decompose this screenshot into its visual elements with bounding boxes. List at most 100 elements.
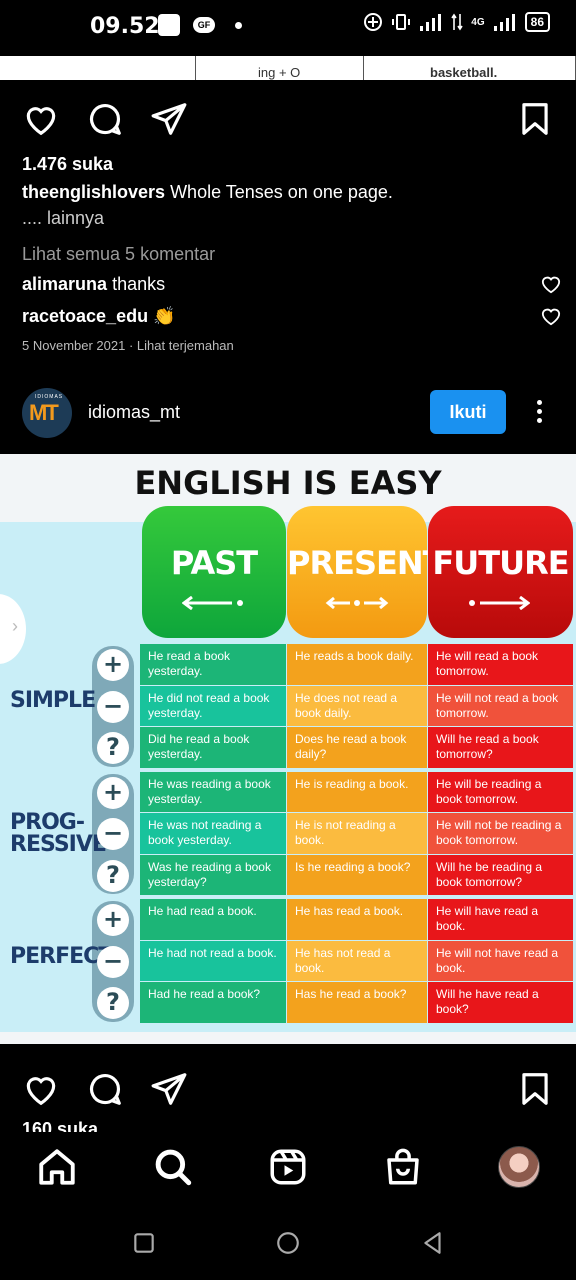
tense-cell: He has not read a book. [287, 940, 427, 981]
comment-text: thanks [112, 274, 166, 294]
notification-badge: GF [193, 17, 215, 33]
caption: theenglishlovers Whole Tenses on one pag… [22, 178, 562, 206]
vibrate-icon [392, 14, 411, 30]
recents-icon[interactable] [131, 1230, 157, 1256]
comment-like-icon[interactable] [540, 274, 562, 294]
follow-button[interactable]: Ikuti [430, 390, 506, 434]
tense-cell: Is he reading a book? [287, 854, 427, 895]
home-icon[interactable] [36, 1146, 78, 1188]
profile-avatar[interactable] [498, 1146, 540, 1188]
post-meta: 1.476 suka theenglishlovers Whole Tenses… [22, 150, 562, 353]
post-image-bottom-edge [0, 1032, 576, 1044]
prev-cell-empty [0, 56, 196, 80]
tense-cell: He will be reading a book tomorrow. [428, 771, 573, 812]
author-username[interactable]: idiomas_mt [88, 402, 180, 423]
signal-icon-2 [493, 14, 515, 31]
more-options-icon[interactable] [534, 400, 544, 428]
sign-symbol: ? [97, 859, 129, 892]
comment-username[interactable]: alimaruna [22, 274, 107, 294]
battery-level: 86 [524, 12, 550, 32]
sign-symbol: − [97, 818, 129, 850]
tense-cell: Will he have read a book? [428, 982, 573, 1023]
post-date-row: 5 November 2021 · Lihat terjemahan [22, 338, 562, 353]
comment-icon[interactable] [86, 1070, 124, 1108]
system-nav-bar [0, 1208, 576, 1280]
prev-cell-2: basketball. [364, 56, 576, 80]
back-icon[interactable] [420, 1230, 446, 1256]
prev-cell-1: ing + O [196, 56, 364, 80]
tense-cell: Will he read a book tomorrow? [428, 727, 573, 768]
tense-cell: Has he read a book? [287, 982, 427, 1023]
tense-cell: Did he read a book yesterday. [140, 727, 286, 768]
sign-symbol: − [97, 690, 129, 723]
tense-cell: He will read a book tomorrow. [428, 644, 573, 685]
arrow-both-icon [325, 596, 389, 610]
column-header-past: PAST [142, 506, 286, 638]
translate-link[interactable]: Lihat terjemahan [137, 338, 234, 353]
comment-username[interactable]: racetoace_edu [22, 306, 148, 326]
caption-username[interactable]: theenglishlovers [22, 182, 165, 202]
tense-cell: He does not read a book daily. [287, 685, 427, 726]
search-icon[interactable] [152, 1146, 194, 1188]
like-count[interactable]: 1.476 suka [22, 150, 562, 178]
heart-icon[interactable] [22, 1070, 60, 1108]
notification-dot [235, 22, 242, 29]
column-header-future: FUTURE [428, 506, 573, 638]
chevron-right-icon: › [12, 616, 18, 636]
author-avatar[interactable]: IDIOMAS MT [22, 388, 72, 438]
add-circle-icon [364, 13, 383, 31]
reels-icon[interactable] [267, 1146, 309, 1188]
heart-icon[interactable] [22, 100, 60, 138]
more-link[interactable]: .... lainnya [22, 206, 562, 230]
post-author-header: IDIOMAS MT idiomas_mt Ikuti [0, 384, 576, 444]
comment-like-icon[interactable] [540, 306, 562, 326]
share-icon[interactable] [150, 100, 188, 138]
tense-cell: He will not be reading a book tomorrow. [428, 813, 573, 854]
sign-symbol: + [97, 776, 129, 809]
sign-symbol: − [97, 945, 129, 978]
comment-text: 👏 [153, 306, 176, 326]
status-indicators: 4G 86 [363, 12, 550, 32]
bookmark-icon[interactable] [516, 100, 554, 138]
column-header-present: PRESENT [287, 506, 444, 638]
tense-cell: He had not read a book. [140, 940, 286, 981]
bookmark-icon[interactable] [516, 1070, 554, 1108]
comment-row: racetoace_edu 👏 [22, 300, 562, 332]
notification-app-icon [158, 14, 180, 36]
signal-icon [420, 14, 442, 31]
tense-cell: Will he be reading a book tomorrow? [428, 854, 573, 895]
tense-cell: He will not read a book tomorrow. [428, 685, 573, 726]
tense-cell: He was reading a book yesterday. [140, 771, 286, 812]
row-label: PROG-RESSIVE [10, 810, 107, 857]
post-image-infographic[interactable]: › ENGLISH IS EASY PAST PRESENT FUTURE SI… [0, 454, 576, 1032]
row-label: SIMPLE [10, 688, 96, 713]
sign-symbol: + [97, 649, 129, 681]
home-circle-icon[interactable] [275, 1230, 301, 1256]
tense-cell: Had he read a book? [140, 982, 286, 1023]
tense-cell: He did not read a book yesterday. [140, 685, 286, 726]
column-label: FUTURE [432, 544, 569, 582]
tense-cell: Was he reading a book yesterday? [140, 854, 286, 895]
sign-symbol: ? [97, 987, 129, 1019]
tense-cell: He reads a book daily. [287, 644, 427, 685]
share-icon[interactable] [150, 1070, 188, 1108]
data-arrows-icon [451, 13, 463, 31]
arrow-left-icon [182, 596, 243, 610]
view-all-comments[interactable]: Lihat semua 5 komentar [22, 240, 562, 268]
tense-cell: Does he read a book daily? [287, 727, 427, 768]
like-count[interactable]: 160 suka [22, 1118, 98, 1132]
tense-cell: He had read a book. [140, 899, 286, 940]
bottom-nav [0, 1132, 576, 1208]
tense-cell: He is not reading a book. [287, 813, 427, 854]
infographic-title: ENGLISH IS EASY [134, 464, 442, 502]
post-actions [0, 1058, 576, 1118]
sign-symbol: + [97, 904, 129, 936]
column-label: PAST [170, 544, 258, 582]
status-bar: 09.52 GF 4G 86 [0, 0, 576, 56]
tense-cell: He was not reading a book yesterday. [140, 813, 286, 854]
column-label: PRESENT [287, 544, 444, 582]
shop-icon[interactable] [382, 1146, 424, 1188]
date-separator: · [128, 338, 137, 353]
comment-icon[interactable] [86, 100, 124, 138]
tense-cell: He will have read a book. [428, 899, 573, 940]
